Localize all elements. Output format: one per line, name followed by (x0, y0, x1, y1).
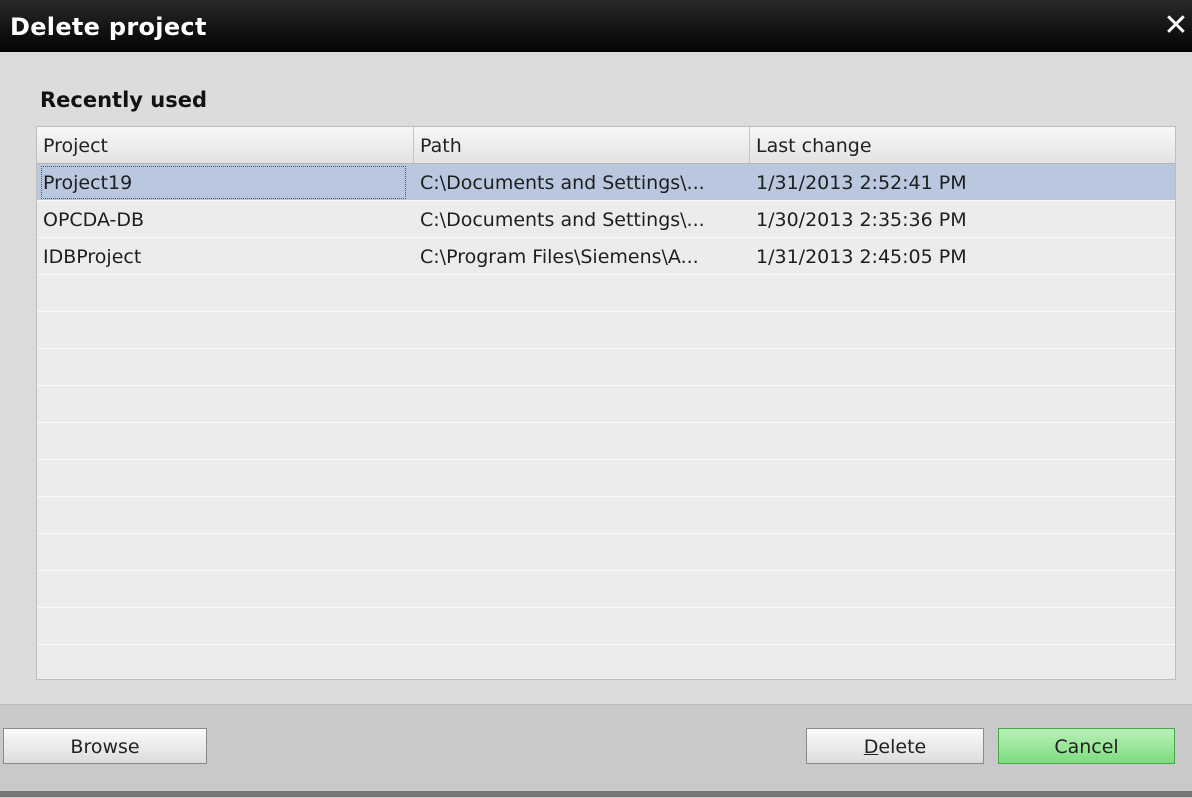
table-body: Project19 C:\Documents and Settings\... … (37, 164, 1175, 679)
browse-button[interactable]: Browse (3, 728, 207, 764)
recent-projects-table: Project Path Last change Project19 C:\Do… (36, 126, 1176, 680)
empty-row (37, 608, 1175, 645)
table-row[interactable]: OPCDA-DB C:\Documents and Settings\... 1… (37, 201, 1175, 238)
window-bottom-edge (0, 791, 1192, 797)
last-change-cell: 1/31/2013 2:45:05 PM (756, 246, 967, 268)
button-bar: Browse Delete Cancel (0, 704, 1192, 798)
last-change-cell: 1/30/2013 2:35:36 PM (756, 209, 967, 231)
empty-row (37, 386, 1175, 423)
last-change-cell: 1/31/2013 2:52:41 PM (756, 172, 967, 194)
column-header-project[interactable]: Project (37, 127, 414, 163)
delete-mnemonic: D (863, 736, 879, 758)
column-header-last-change[interactable]: Last change (750, 127, 1175, 163)
section-heading: Recently used (40, 88, 208, 112)
table-row[interactable]: Project19 C:\Documents and Settings\... … (37, 164, 1175, 201)
path-cell: C:\Documents and Settings\... (420, 172, 705, 194)
empty-row (37, 571, 1175, 608)
delete-project-dialog: Delete project ✕ Recently used Project P… (0, 0, 1192, 798)
delete-button[interactable]: Delete (806, 728, 984, 764)
close-icon[interactable]: ✕ (1162, 10, 1190, 42)
empty-row (37, 423, 1175, 460)
path-cell: C:\Program Files\Siemens\A... (420, 246, 699, 268)
path-cell: C:\Documents and Settings\... (420, 209, 705, 231)
project-cell: IDBProject (43, 246, 142, 268)
title-bar: Delete project ✕ (0, 0, 1192, 52)
dialog-title: Delete project (10, 13, 207, 41)
column-header-path[interactable]: Path (414, 127, 750, 163)
table-row[interactable]: IDBProject C:\Program Files\Siemens\A...… (37, 238, 1175, 275)
project-cell: OPCDA-DB (43, 209, 145, 231)
project-cell: Project19 (39, 164, 408, 201)
delete-label-rest: elete (878, 736, 927, 758)
empty-row (37, 349, 1175, 386)
empty-row (37, 645, 1175, 679)
empty-row (37, 275, 1175, 312)
empty-row (37, 534, 1175, 571)
empty-row (37, 312, 1175, 349)
table-header: Project Path Last change (37, 127, 1175, 164)
cancel-button[interactable]: Cancel (998, 728, 1175, 764)
empty-row (37, 460, 1175, 497)
empty-row (37, 497, 1175, 534)
